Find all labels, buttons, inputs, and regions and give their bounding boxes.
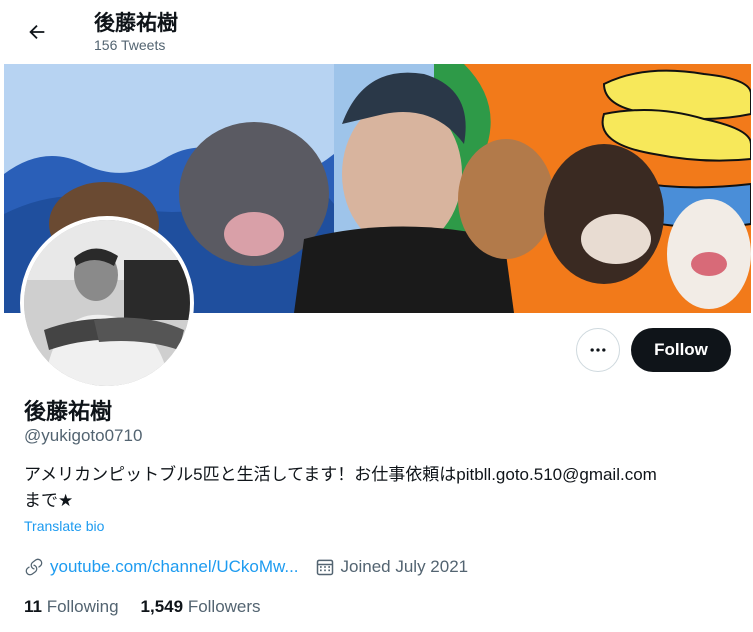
calendar-icon bbox=[315, 557, 335, 577]
profile-handle: @yukigoto0710 bbox=[24, 426, 143, 445]
tweet-count: 156 Tweets bbox=[94, 37, 166, 53]
more-icon bbox=[590, 348, 606, 352]
profile-name: 後藤祐樹 bbox=[24, 399, 113, 424]
following-link[interactable]: 11 Following bbox=[24, 597, 119, 617]
following-label: Following bbox=[46, 597, 119, 616]
translate-bio-link[interactable]: Translate bio bbox=[24, 518, 104, 534]
followers-label: Followers bbox=[187, 597, 261, 616]
bio-line-1: アメリカンピットブル5匹と生活してます！お仕事依頼はpitbll.goto.51… bbox=[24, 465, 657, 484]
joined-date: Joined July 2021 bbox=[340, 557, 469, 576]
back-arrow-icon bbox=[29, 24, 45, 40]
followers-count: 1,549 bbox=[140, 597, 184, 616]
follow-stats: 11 Following 1,549 Followers bbox=[24, 597, 283, 617]
top-bar: 後藤祐樹 156 Tweets bbox=[0, 0, 753, 64]
website-link[interactable]: youtube.com/channel/UCkoMw... bbox=[50, 557, 299, 577]
back-button[interactable] bbox=[20, 15, 54, 49]
link-icon bbox=[24, 557, 44, 577]
followers-link[interactable]: 1,549 Followers bbox=[141, 597, 261, 617]
profile-bio: アメリカンピットブル5匹と生活してます！お仕事依頼はpitbll.goto.51… bbox=[24, 462, 736, 514]
follow-button[interactable]: Follow bbox=[631, 328, 731, 372]
bio-line-2: まで★ bbox=[24, 491, 74, 510]
page-title: 後藤祐樹 bbox=[94, 12, 178, 35]
following-count: 11 bbox=[24, 597, 42, 616]
profile-avatar[interactable] bbox=[20, 216, 194, 390]
profile-meta: youtube.com/channel/UCkoMw... Joined Jul… bbox=[24, 555, 468, 579]
more-options-button[interactable] bbox=[576, 328, 620, 372]
